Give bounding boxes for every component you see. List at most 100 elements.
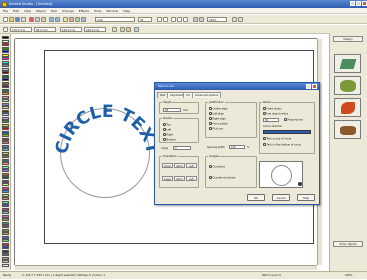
- curve-direction-label: Curve direction: [263, 125, 283, 128]
- orientation-group: Orientation Upper Right Left Lower Right…: [159, 155, 199, 188]
- dialog-tabs: Text Alignment Arc Advanced options: [157, 92, 317, 98]
- position-option-top[interactable]: Top: [163, 123, 171, 126]
- radio-right-align[interactable]: [209, 117, 212, 120]
- analysis-group: Analysis Clockwise Counter-clockwise: [205, 155, 257, 188]
- curved-text-path: CIRCLE TEXT: [52, 102, 162, 156]
- radius-object[interactable]: Use object radius: [263, 112, 288, 115]
- dialog-title: Text on arc: [158, 84, 175, 88]
- position-group-label: Position: [162, 117, 174, 120]
- curve-direction-select[interactable]: [263, 130, 311, 134]
- position-option-bottom-label: Bottom: [166, 138, 176, 142]
- radius-input[interactable]: 50: [263, 118, 279, 122]
- justify-fit-label: Fit to arc: [212, 127, 224, 131]
- radio-clockwise[interactable]: [209, 165, 212, 168]
- radio-left-align[interactable]: [209, 112, 212, 115]
- orientation-upper-left-button[interactable]: Left: [186, 163, 197, 168]
- preview-circle: [271, 165, 292, 186]
- spacing-input[interactable]: 100: [229, 145, 245, 149]
- radio-fit[interactable]: [209, 127, 212, 130]
- justify-force[interactable]: Force justify: [209, 122, 228, 125]
- design-thumbnail-2[interactable]: [334, 76, 361, 95]
- orientation-lower-left-button[interactable]: Left: [186, 176, 197, 181]
- radius-group: Radius Fixed radius Use object radius 50…: [259, 101, 315, 154]
- analysis-clockwise-label: Clockwise: [212, 165, 225, 169]
- angle-label: Angle: [161, 147, 169, 150]
- radio-force[interactable]: [209, 122, 212, 125]
- radio-curve-bottom[interactable]: [263, 143, 266, 146]
- position-option-right-label: Right: [166, 133, 174, 137]
- justify-left[interactable]: Left align: [209, 112, 224, 115]
- height-group-label: Height: [162, 101, 173, 104]
- radio-left[interactable]: [163, 128, 166, 131]
- ok-button[interactable]: OK: [247, 194, 265, 201]
- radio-object-radius[interactable]: [263, 112, 266, 115]
- curve-top-label: Text on top of circle: [266, 137, 292, 141]
- orientation-group-label: Orientation: [162, 155, 179, 158]
- horizontal-scrollbar[interactable]: [15, 265, 317, 270]
- arc-preview: [259, 161, 303, 188]
- height-group: Height 20 mm: [159, 101, 199, 114]
- radius-group-label: Radius: [262, 101, 273, 104]
- cancel-button[interactable]: Cancel: [272, 194, 290, 201]
- justification-group-label: Justification: [208, 101, 225, 104]
- radius-object-label: Use object radius: [266, 112, 289, 116]
- position-option-left-label: Left: [166, 128, 172, 132]
- justify-left-label: Left align: [212, 112, 225, 116]
- position-option-bottom[interactable]: Bottom: [163, 138, 176, 141]
- curve-bottom[interactable]: Text on the bottom of circle: [263, 143, 301, 146]
- position-option-left[interactable]: Left: [163, 128, 171, 131]
- position-option-right[interactable]: Right: [163, 133, 173, 136]
- justify-force-label: Force justify: [212, 122, 228, 126]
- radio-bottom[interactable]: [163, 138, 166, 141]
- radius-fixed[interactable]: Fixed radius: [263, 107, 282, 110]
- analysis-group-label: Analysis: [208, 155, 221, 158]
- dialog-title-bar: Text on arc: [155, 83, 319, 90]
- design-thumbnail-3[interactable]: [334, 98, 361, 117]
- show-objects-button[interactable]: Show objects: [333, 241, 363, 247]
- radius-proportional[interactable]: Proportional: [284, 118, 303, 121]
- justify-right-label: Right align: [212, 117, 226, 121]
- position-option-top-label: Top: [166, 123, 171, 127]
- radius-proportional-label: Proportional: [287, 118, 303, 122]
- radio-counter[interactable]: [209, 176, 212, 179]
- radius-fixed-label: Fixed radius: [266, 107, 282, 111]
- justify-center[interactable]: Center align: [209, 107, 228, 110]
- dialog-close-button[interactable]: [312, 84, 317, 89]
- curve-bottom-label: Text on the bottom of circle: [266, 143, 301, 147]
- height-unit: mm: [183, 108, 188, 112]
- spacing-unit: %: [247, 146, 250, 149]
- tab-advanced[interactable]: Advanced options: [192, 92, 222, 98]
- text-on-arc-dialog: Text on arc Text Alignment Arc Advanced …: [154, 82, 320, 205]
- height-input[interactable]: 20: [163, 108, 181, 112]
- orientation-lower-button[interactable]: Lower: [162, 176, 173, 181]
- justify-center-label: Center align: [212, 107, 228, 111]
- status-bar: Ready X: 115.7 Y: 183.1 mm | 1 object se…: [0, 271, 367, 279]
- justification-group: Justification Center align Left align Ri…: [205, 101, 257, 138]
- orientation-upper-button[interactable]: Upper: [162, 163, 173, 168]
- radio-center[interactable]: [209, 107, 212, 110]
- justify-right[interactable]: Right align: [209, 117, 226, 120]
- radio-proportional[interactable]: [284, 118, 287, 121]
- design-library-panel: Design Show objects: [329, 33, 367, 271]
- analysis-counter-label: Counter-clockwise: [212, 176, 236, 180]
- spacing-label: Spacing width: [207, 146, 225, 149]
- orientation-lower-right-button[interactable]: Right: [174, 176, 185, 181]
- panel-header[interactable]: Design: [333, 36, 363, 42]
- curve-top[interactable]: Text on top of circle: [263, 137, 291, 140]
- radio-curve-top[interactable]: [263, 137, 266, 140]
- radio-top[interactable]: [163, 123, 166, 126]
- design-thumbnail-4[interactable]: [334, 120, 361, 139]
- help-button[interactable]: Help: [297, 194, 315, 201]
- radio-right[interactable]: [163, 133, 166, 136]
- position-group: Position Top Left Right Bottom: [159, 117, 199, 143]
- orientation-upper-right-button[interactable]: Right: [174, 163, 185, 168]
- preview-handle-icon[interactable]: [298, 182, 302, 186]
- justify-fit[interactable]: Fit to arc: [209, 127, 223, 130]
- design-thumbnail-1[interactable]: [334, 54, 361, 73]
- curved-text[interactable]: CIRCLE TEXT: [52, 102, 162, 156]
- angle-input[interactable]: 0: [173, 146, 191, 150]
- analysis-clockwise[interactable]: Clockwise: [209, 165, 225, 168]
- dialog-help-button[interactable]: [306, 84, 311, 89]
- analysis-counter[interactable]: Counter-clockwise: [209, 176, 235, 179]
- radio-fixed-radius[interactable]: [263, 107, 266, 110]
